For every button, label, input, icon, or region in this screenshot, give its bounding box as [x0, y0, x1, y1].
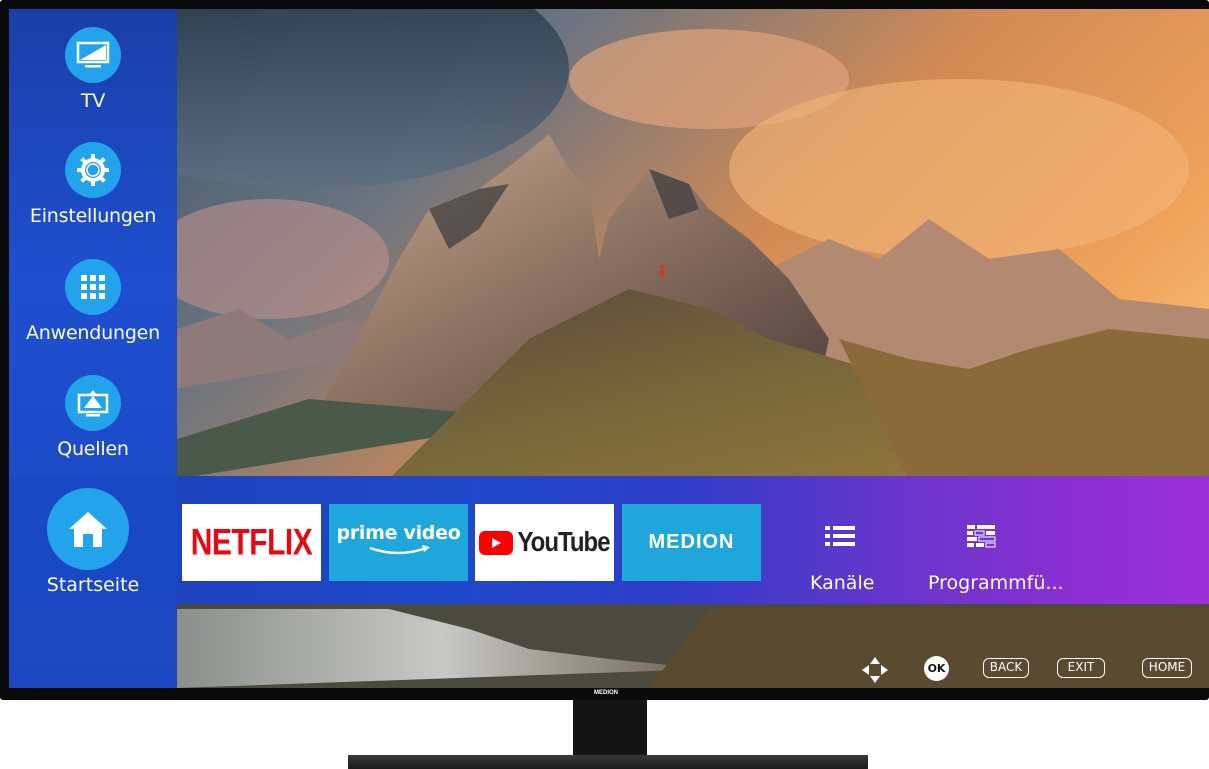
nav-item-sources[interactable]: Quellen	[9, 375, 177, 460]
smile-arrow-icon	[369, 544, 430, 554]
app-tile-netflix[interactable]: NETFLIX	[182, 504, 321, 581]
tv-screen: TV Einstellungen Anwendungen Quellen Sta…	[9, 9, 1209, 688]
nav-item-home[interactable]: Startseite	[9, 476, 177, 604]
netflix-logo-text: NETFLIX	[190, 521, 313, 563]
dpad-icon	[862, 657, 888, 683]
epg-grid-icon	[967, 525, 996, 548]
remote-key-hints: OK BACK EXIT HOME	[9, 656, 1209, 684]
function-label-program-guide: Programmfü...	[928, 572, 1064, 594]
nav-item-tv[interactable]: TV	[9, 27, 177, 112]
home-key-hint: HOME	[1142, 658, 1192, 678]
home-icon	[47, 488, 129, 570]
nav-label-sources: Quellen	[57, 438, 129, 460]
sources-icon	[65, 375, 121, 431]
back-key-hint: BACK	[983, 658, 1029, 678]
apps-grid-icon	[65, 259, 121, 315]
app-tile-medion[interactable]: MEDION	[622, 504, 761, 581]
nav-item-settings[interactable]: Einstellungen	[9, 142, 177, 227]
nav-item-apps[interactable]: Anwendungen	[9, 259, 177, 344]
app-bar: Startseite NETFLIX prime video YouTube M…	[9, 476, 1209, 604]
exit-key-hint: EXIT	[1057, 658, 1105, 678]
ok-key-hint: OK	[924, 656, 949, 681]
app-tile-prime-video[interactable]: prime video	[329, 504, 468, 581]
tv-icon	[65, 27, 121, 83]
function-program-guide[interactable]: Programmfü...	[924, 476, 1064, 604]
tv-stand-neck	[573, 700, 647, 755]
function-channels[interactable]: Kanäle	[794, 476, 884, 604]
nav-label-apps: Anwendungen	[25, 322, 161, 344]
medion-logo-text: MEDION	[648, 531, 735, 553]
tv-frame: TV Einstellungen Anwendungen Quellen Sta…	[0, 0, 1209, 700]
nav-label-tv: TV	[80, 90, 106, 112]
youtube-logo-text: YouTube	[517, 526, 610, 558]
list-icon	[825, 526, 855, 546]
prime-video-logo-text: prime video	[336, 521, 461, 544]
tv-brand-logo: MEDION	[594, 690, 618, 696]
app-tile-youtube[interactable]: YouTube	[475, 504, 614, 581]
tv-stand-base	[348, 755, 868, 769]
nav-label-home: Startseite	[46, 574, 140, 596]
play-icon	[479, 530, 514, 555]
function-label-channels: Kanäle	[810, 572, 875, 594]
gear-icon	[65, 142, 121, 198]
nav-label-settings: Einstellungen	[29, 205, 157, 227]
